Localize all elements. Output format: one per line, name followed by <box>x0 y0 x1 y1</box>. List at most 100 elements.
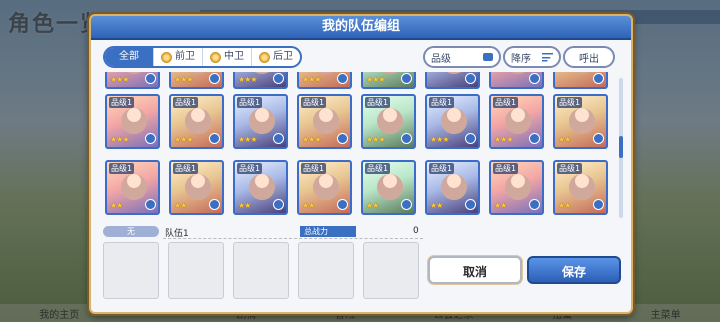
character-card[interactable]: 品级1 ★★★ <box>297 94 352 149</box>
character-card[interactable]: 品级1 ★★ <box>553 94 608 149</box>
team-none-tag: 无 <box>103 226 159 237</box>
star-rating: ★★★ <box>366 75 385 84</box>
position-icon <box>465 199 476 210</box>
character-portrait <box>377 72 403 74</box>
grade-label: 品级1 <box>557 97 583 108</box>
position-icon <box>529 133 540 144</box>
team-slots <box>103 242 419 299</box>
tab-label: 中卫 <box>224 51 244 62</box>
tab-middle[interactable]: 中卫 <box>203 48 252 66</box>
character-card[interactable]: ★★★ <box>297 72 352 89</box>
character-card[interactable] <box>489 72 544 89</box>
sort-key-label: 品级 <box>431 53 451 65</box>
character-portrait <box>569 108 595 134</box>
character-portrait <box>505 108 531 134</box>
character-card[interactable]: ★★★ <box>233 72 288 89</box>
star-rating: ★★★ <box>302 75 321 84</box>
star-rating: ★★ <box>174 201 187 210</box>
character-portrait <box>313 72 339 74</box>
character-portrait <box>185 174 211 200</box>
sort-order-button[interactable]: 降序 <box>503 46 561 68</box>
star-rating: ★★★ <box>174 75 193 84</box>
sort-key-button[interactable]: 品级 <box>423 46 501 68</box>
star-rating: ★★★ <box>302 135 321 144</box>
character-card[interactable]: 品级1 ★★ <box>233 160 288 215</box>
position-icon <box>401 133 412 144</box>
total-power-label: 总战力 <box>300 226 356 237</box>
team-slot[interactable] <box>168 242 224 299</box>
position-icon <box>529 73 540 84</box>
position-icon <box>401 199 412 210</box>
character-card[interactable]: ★★★ <box>105 72 160 89</box>
character-portrait <box>441 72 467 74</box>
star-rating: ★★★ <box>366 135 385 144</box>
character-portrait <box>313 174 339 200</box>
character-row: 品级1 ★★★ 品级1 ★★★ 品级1 ★★★ 品级1 ★★★ 品级1 ★★★ 品级1 ★★★ 品级1 ★… <box>105 94 608 149</box>
character-portrait <box>313 108 339 134</box>
position-icon <box>145 199 156 210</box>
star-rating: ★★★ <box>238 75 257 84</box>
star-rating: ★★ <box>302 201 315 210</box>
character-card[interactable]: 品级1 ★★★ <box>169 94 224 149</box>
tab-front[interactable]: 前卫 <box>154 48 203 66</box>
tab-back[interactable]: 后卫 <box>252 48 300 66</box>
star-rating: ★★★ <box>494 135 513 144</box>
role-icon <box>161 51 172 63</box>
star-rating: ★★★ <box>174 135 193 144</box>
star-rating: ★★ <box>430 201 443 210</box>
grade-label: 品级1 <box>173 163 199 174</box>
tab-label: 全部 <box>119 51 139 62</box>
character-portrait <box>121 108 147 134</box>
character-card[interactable]: 品级1 ★★★ <box>105 94 160 149</box>
cancel-button[interactable]: 取消 <box>428 256 522 284</box>
character-card[interactable]: 品级1 ★★ <box>489 160 544 215</box>
character-card[interactable] <box>425 72 480 89</box>
star-rating: ★★ <box>238 201 251 210</box>
character-card[interactable]: 品级1 ★★ <box>105 160 160 215</box>
divider <box>163 238 423 239</box>
tab-all[interactable]: 全部 <box>105 48 154 66</box>
character-card[interactable]: ★★★ <box>169 72 224 89</box>
grade-label: 品级1 <box>237 163 263 174</box>
character-card[interactable]: 品级1 ★★ <box>425 160 480 215</box>
character-card[interactable]: 品级1 ★★ <box>553 160 608 215</box>
tab-label: 后卫 <box>273 51 293 62</box>
position-icon <box>465 73 476 84</box>
character-card[interactable]: 品级1 ★★ <box>169 160 224 215</box>
star-rating: ★★ <box>558 135 571 144</box>
position-icon <box>145 133 156 144</box>
star-rating: ★★★ <box>110 75 129 84</box>
position-icon <box>273 73 284 84</box>
team-info-row: 无 队伍1 总战力 0 <box>103 226 513 239</box>
position-icon <box>209 73 220 84</box>
character-row: ★★★ ★★★ ★★★ ★★★ ★★★ <box>105 72 608 89</box>
grade-icon <box>483 53 493 61</box>
star-rating: ★★★ <box>430 135 449 144</box>
character-portrait <box>377 108 403 134</box>
team-slot[interactable] <box>363 242 419 299</box>
team-slot[interactable] <box>233 242 289 299</box>
character-portrait <box>121 72 147 74</box>
character-card[interactable]: 品级1 ★★★ <box>425 94 480 149</box>
save-button[interactable]: 保存 <box>527 256 621 284</box>
character-card[interactable]: ★★★ <box>361 72 416 89</box>
character-row: 品级1 ★★ 品级1 ★★ 品级1 ★★ 品级1 ★★ 品级1 ★★ 品级1 ★★ 品级1 ★★ 品级1 ★★ <box>105 160 608 215</box>
character-scrollbar[interactable] <box>619 78 623 218</box>
grade-label: 品级1 <box>365 163 391 174</box>
grade-label: 品级1 <box>109 163 135 174</box>
character-card[interactable]: 品级1 ★★★ <box>361 94 416 149</box>
team-slot[interactable] <box>103 242 159 299</box>
call-out-button[interactable]: 呼出 <box>563 46 615 68</box>
character-card[interactable]: 品级1 ★★★ <box>233 94 288 149</box>
character-card[interactable]: 品级1 ★★ <box>297 160 352 215</box>
position-icon <box>273 199 284 210</box>
character-card[interactable]: 品级1 ★★ <box>361 160 416 215</box>
team-slot[interactable] <box>298 242 354 299</box>
character-card[interactable] <box>553 72 608 89</box>
character-portrait <box>377 174 403 200</box>
star-rating: ★★ <box>494 201 507 210</box>
position-icon <box>401 73 412 84</box>
scroll-thumb[interactable] <box>619 136 623 158</box>
grade-label: 品级1 <box>429 97 455 108</box>
character-card[interactable]: 品级1 ★★★ <box>489 94 544 149</box>
